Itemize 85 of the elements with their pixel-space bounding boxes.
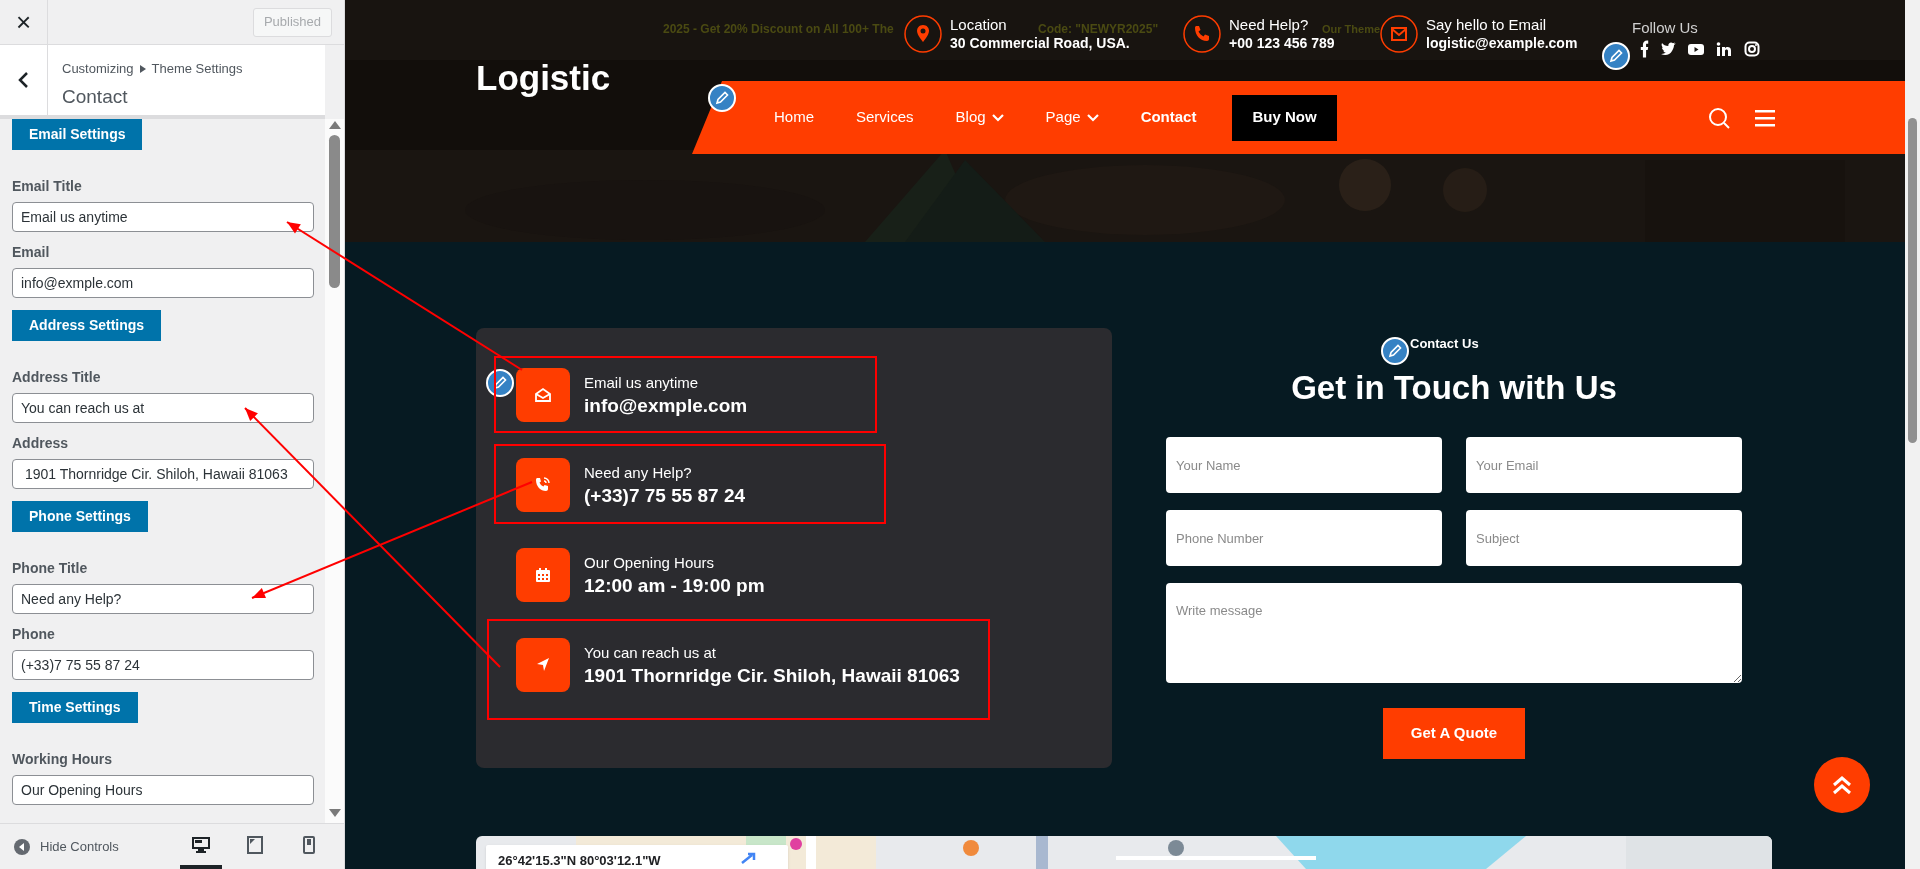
directions-icon[interactable] [740, 851, 758, 865]
text-field[interactable]: Subject [1466, 510, 1742, 566]
breadcrumb-item: Customizing [62, 60, 134, 78]
settings-heading: Time Settings [12, 692, 138, 723]
info-value: +00 123 456 789 [1229, 34, 1335, 53]
scroll-up-icon[interactable] [328, 121, 341, 129]
double-chevron-up-icon [1831, 774, 1853, 796]
email-icon [533, 385, 553, 405]
contact-item-title: Need any Help? [584, 465, 693, 480]
nav-link[interactable]: Services [856, 106, 914, 129]
info-label: Need Help? [1229, 15, 1309, 35]
twitter-link[interactable] [1659, 40, 1677, 58]
tablet-icon [246, 835, 264, 854]
section-title: Contact [62, 84, 129, 109]
settings-heading: Address Settings [12, 310, 162, 341]
instagram-icon [1743, 40, 1761, 58]
contact-item-value: 12:00 am - 19:00 pm [584, 576, 765, 595]
back-icon [16, 71, 31, 89]
text-field[interactable]: 1901 Thornridge Cir. Shiloh, Hawaii 81063 [12, 459, 314, 489]
nav-link[interactable]: Contact [1140, 106, 1197, 129]
hide-controls-button[interactable]: Hide Controls [14, 836, 119, 857]
field-label: Address [12, 434, 70, 453]
text-field[interactable]: Email us anytime [12, 202, 314, 232]
field-label: Address Title [12, 368, 102, 387]
search-icon[interactable] [1707, 105, 1731, 130]
section-heading: Get in Touch with Us [1290, 368, 1618, 408]
field-label: Phone [12, 625, 56, 644]
collapse-icon [14, 838, 30, 855]
settings-heading: Email Settings [12, 119, 143, 150]
close-button[interactable]: × [0, 0, 48, 45]
text-field[interactable]: Your Email [1466, 437, 1742, 493]
facebook-icon [1640, 40, 1649, 58]
linkedin-icon [1715, 40, 1733, 58]
contact-item-value: (+33)7 75 55 87 24 [584, 486, 746, 505]
nav-link[interactable]: Page [1045, 106, 1099, 129]
breadcrumb-item: Theme Settings [151, 60, 243, 78]
contact-item-value: 1901 Thornridge Cir. Shiloh, Hawaii 81063 [584, 666, 960, 685]
info-label: Say hello to Email [1426, 15, 1547, 35]
field-label: Phone Title [12, 559, 89, 578]
contact-item-title: You can reach us at [584, 645, 718, 660]
back-to-top-button[interactable] [1814, 757, 1870, 813]
text-field[interactable]: (+33)7 75 55 87 24 [12, 650, 314, 680]
info-value: 30 Commercial Road, USA. [950, 34, 1130, 53]
phone-icon [1183, 15, 1221, 53]
text-field[interactable]: You can reach us at [12, 393, 314, 423]
text-field[interactable]: Our Opening Hours [12, 775, 314, 805]
menu-icon[interactable] [1755, 108, 1775, 127]
chevron-down-icon [1086, 113, 1099, 122]
twitter-icon [1659, 40, 1677, 58]
buy-now-button[interactable]: Buy Now [1232, 94, 1337, 141]
text-field[interactable]: Your Name [1166, 437, 1442, 493]
scrollbar-thumb[interactable] [1908, 118, 1917, 443]
linkedin-link[interactable] [1715, 40, 1733, 58]
message-field[interactable]: Write message [1166, 583, 1742, 683]
edit-pencil-icon[interactable] [1381, 337, 1409, 365]
text-field[interactable]: Phone Number [1166, 510, 1442, 566]
contact-item-title: Our Opening Hours [584, 555, 716, 570]
breadcrumb-arrow-icon [139, 64, 146, 73]
contact-item-value: info@exmple.com [584, 396, 748, 415]
field-label: Working Hours [12, 750, 114, 769]
info-value: logistic@example.com [1426, 34, 1578, 53]
settings-heading: Phone Settings [12, 501, 148, 532]
mobile-icon [300, 835, 318, 854]
text-field[interactable]: Need any Help? [12, 584, 314, 614]
get-quote-button[interactable]: Get A Quote [1383, 708, 1525, 759]
instagram-link[interactable] [1743, 40, 1761, 58]
text-field[interactable]: info@exmple.com [12, 268, 314, 298]
nav-link[interactable]: Home [774, 106, 814, 129]
scrollbar-thumb[interactable] [329, 135, 341, 288]
info-label: Location [950, 15, 1007, 35]
follow-label: Follow Us [1632, 18, 1698, 38]
scroll-down-icon[interactable] [328, 809, 341, 817]
email-icon [1380, 15, 1418, 53]
facebook-link[interactable] [1640, 40, 1649, 58]
site-logo[interactable]: Logistic [476, 52, 611, 105]
section-eyebrow: Contact Us [1410, 335, 1479, 353]
location-icon [904, 15, 942, 53]
field-label: Email [12, 243, 51, 262]
desktop-icon [192, 835, 210, 854]
contact-item-title: Email us anytime [584, 375, 700, 390]
chevron-down-icon [991, 113, 1004, 122]
field-label: Email Title [12, 177, 83, 196]
calendar-icon [533, 565, 553, 585]
nav-link[interactable]: Blog [955, 106, 1004, 129]
map-coordinates: 26°42'15.3"N 80°03'12.1"W [498, 852, 661, 869]
